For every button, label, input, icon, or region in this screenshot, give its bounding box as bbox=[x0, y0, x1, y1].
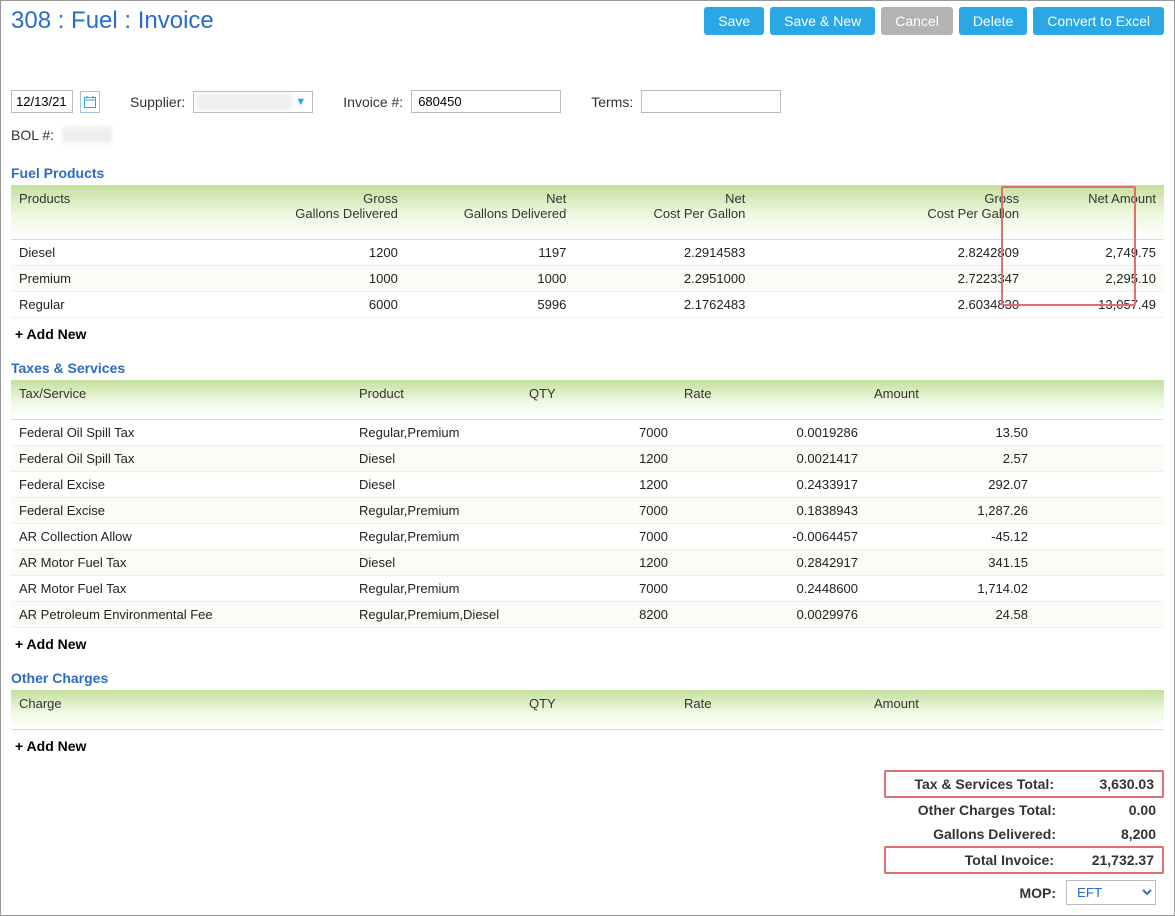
table-row[interactable]: AR Motor Fuel TaxRegular,Premium70000.24… bbox=[11, 576, 1164, 602]
add-fuel-product-button[interactable]: + Add New bbox=[11, 318, 1164, 352]
chevron-down-icon: ▼ bbox=[295, 96, 306, 108]
table-row[interactable]: AR Motor Fuel TaxDiesel12000.2842917341.… bbox=[11, 550, 1164, 576]
other-charges-total-row: Other Charges Total: 0.00 bbox=[884, 798, 1164, 822]
col-net-gallons[interactable]: NetGallons Delivered bbox=[406, 185, 574, 240]
col-gross-gallons[interactable]: GrossGallons Delivered bbox=[222, 185, 406, 240]
other-total-value: 0.00 bbox=[1066, 802, 1156, 818]
add-tax-service-button[interactable]: + Add New bbox=[11, 628, 1164, 662]
table-row[interactable]: Regular 6000 5996 2.1762483 2.6034830 13… bbox=[11, 292, 1164, 318]
terms-input[interactable] bbox=[641, 90, 781, 113]
col-tax-rate[interactable]: Rate bbox=[676, 380, 866, 420]
taxes-services-title: Taxes & Services bbox=[11, 360, 1164, 376]
table-row[interactable]: AR Petroleum Environmental FeeRegular,Pr… bbox=[11, 602, 1164, 628]
calendar-icon[interactable] bbox=[80, 91, 100, 113]
date-input[interactable] bbox=[11, 90, 73, 113]
add-charge-button[interactable]: + Add New bbox=[11, 730, 1164, 764]
col-charge-rate[interactable]: Rate bbox=[676, 690, 866, 730]
other-charges-table: Charge QTY Rate Amount bbox=[11, 690, 1164, 730]
table-row[interactable]: AR Collection AllowRegular,Premium7000-0… bbox=[11, 524, 1164, 550]
page-title: 308 : Fuel : Invoice bbox=[11, 7, 214, 35]
gallons-label: Gallons Delivered: bbox=[892, 826, 1066, 842]
invoice-number-input[interactable] bbox=[411, 90, 561, 113]
bol-label: BOL #: bbox=[11, 127, 54, 143]
delete-button[interactable]: Delete bbox=[959, 7, 1027, 35]
cancel-button[interactable]: Cancel bbox=[881, 7, 953, 35]
col-tax-service[interactable]: Tax/Service bbox=[11, 380, 351, 420]
col-products[interactable]: Products bbox=[11, 185, 222, 240]
mop-select[interactable]: EFT bbox=[1066, 880, 1156, 905]
save-new-button[interactable]: Save & New bbox=[770, 7, 875, 35]
toolbar: Save Save & New Cancel Delete Convert to… bbox=[704, 7, 1164, 35]
col-charge-qty[interactable]: QTY bbox=[521, 690, 676, 730]
total-invoice-label: Total Invoice: bbox=[894, 852, 1064, 868]
mop-label: MOP: bbox=[1019, 885, 1056, 901]
col-gross-cpg[interactable]: GrossCost Per Gallon bbox=[753, 185, 1027, 240]
col-net-amount[interactable]: Net Amount bbox=[1027, 185, 1164, 240]
tax-total-value: 3,630.03 bbox=[1064, 776, 1154, 792]
supplier-select[interactable]: ▼ bbox=[193, 91, 313, 113]
tax-total-label: Tax & Services Total: bbox=[894, 776, 1064, 792]
total-invoice-value: 21,732.37 bbox=[1064, 852, 1154, 868]
table-row[interactable]: Diesel 1200 1197 2.2914583 2.8242809 2,7… bbox=[11, 240, 1164, 266]
tax-services-total-row: Tax & Services Total: 3,630.03 bbox=[884, 770, 1164, 798]
table-row[interactable]: Federal Oil Spill TaxDiesel12000.0021417… bbox=[11, 446, 1164, 472]
table-row[interactable]: Premium 1000 1000 2.2951000 2.7223347 2,… bbox=[11, 266, 1164, 292]
other-charges-title: Other Charges bbox=[11, 670, 1164, 686]
invoice-label: Invoice #: bbox=[343, 94, 403, 110]
col-tax-amount[interactable]: Amount bbox=[866, 380, 1036, 420]
supplier-label: Supplier: bbox=[130, 94, 185, 110]
convert-excel-button[interactable]: Convert to Excel bbox=[1033, 7, 1164, 35]
col-tax-qty[interactable]: QTY bbox=[521, 380, 676, 420]
fuel-products-title: Fuel Products bbox=[11, 165, 1164, 181]
supplier-value-redacted bbox=[196, 94, 292, 110]
other-total-label: Other Charges Total: bbox=[892, 802, 1066, 818]
fuel-products-table: Products GrossGallons Delivered NetGallo… bbox=[11, 185, 1164, 318]
terms-label: Terms: bbox=[591, 94, 633, 110]
col-charge-amount[interactable]: Amount bbox=[866, 690, 1164, 730]
gallons-value: 8,200 bbox=[1066, 826, 1156, 842]
col-net-cpg[interactable]: NetCost Per Gallon bbox=[574, 185, 753, 240]
table-row[interactable]: Federal ExciseRegular,Premium70000.18389… bbox=[11, 498, 1164, 524]
col-tax-product[interactable]: Product bbox=[351, 380, 521, 420]
table-row[interactable]: Federal Oil Spill TaxRegular,Premium7000… bbox=[11, 420, 1164, 446]
col-charge[interactable]: Charge bbox=[11, 690, 521, 730]
save-button[interactable]: Save bbox=[704, 7, 764, 35]
table-row[interactable]: Federal ExciseDiesel12000.2433917292.07 bbox=[11, 472, 1164, 498]
bol-value-redacted bbox=[62, 127, 112, 143]
taxes-services-table: Tax/Service Product QTY Rate Amount Fede… bbox=[11, 380, 1164, 628]
total-invoice-row: Total Invoice: 21,732.37 bbox=[884, 846, 1164, 874]
gallons-delivered-row: Gallons Delivered: 8,200 bbox=[884, 822, 1164, 846]
